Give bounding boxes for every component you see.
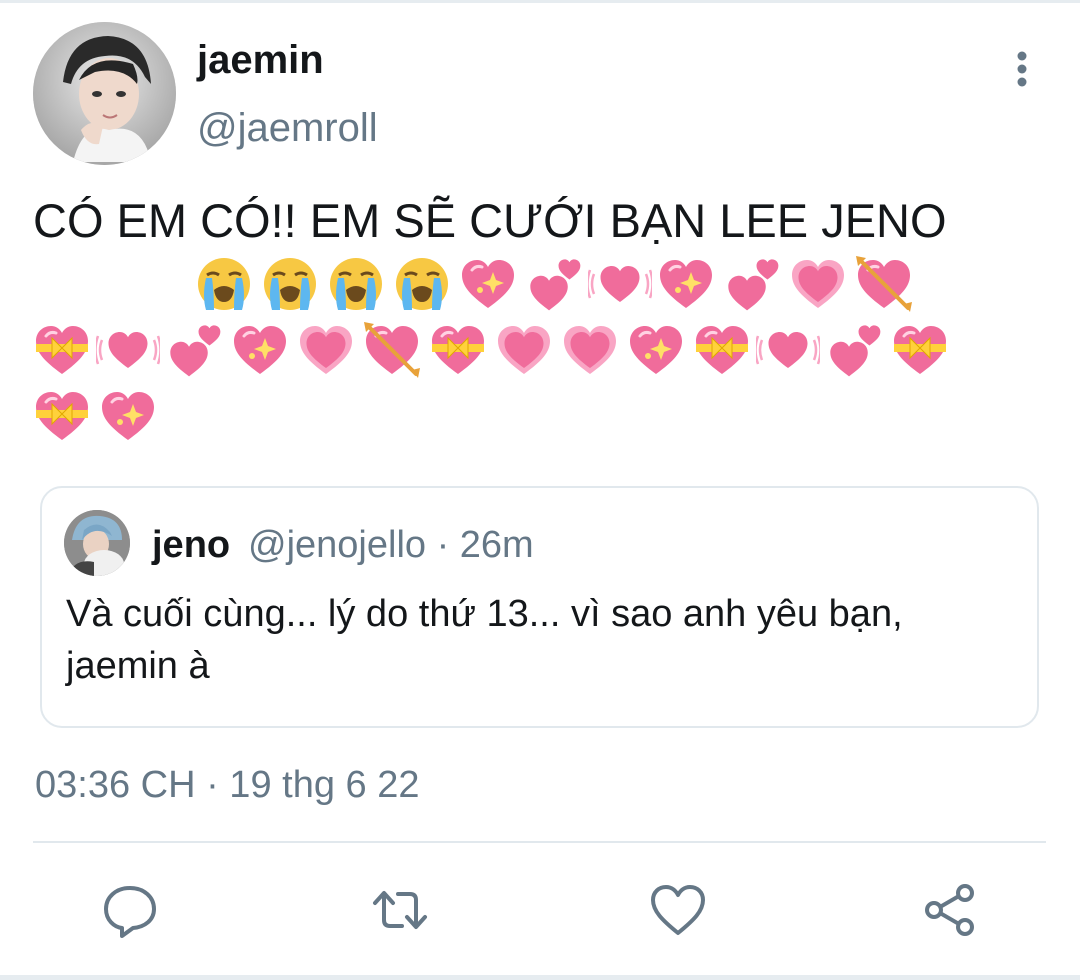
emoji-row (30, 318, 954, 382)
quoted-tweet-text: Và cuối cùng... lý do thứ 13... vì sao a… (66, 593, 903, 687)
bottom-divider (0, 975, 1080, 980)
quoted-tweet-card[interactable]: jeno @jenojello · 26m Và cuối cùng... lý… (40, 486, 1039, 728)
beating-heart-emoji (586, 252, 654, 316)
growing-heart-emoji (786, 252, 852, 316)
author-avatar[interactable] (33, 22, 176, 165)
share-icon[interactable] (920, 880, 980, 940)
loudly-crying-face-emoji (390, 252, 456, 316)
loudly-crying-face-emoji (258, 252, 324, 316)
more-options-icon[interactable] (1004, 50, 1040, 90)
heart-with-ribbon-emoji (30, 384, 96, 448)
two-hearts-emoji (822, 318, 888, 382)
sparkling-heart-emoji (624, 318, 690, 382)
tweet-timestamp[interactable]: 03:36 CH · 19 thg 6 22 (35, 762, 419, 808)
growing-heart-emoji (492, 318, 558, 382)
emoji-row (192, 252, 918, 316)
emoji-row (30, 384, 162, 448)
author-handle[interactable]: @jaemroll (197, 104, 378, 152)
author-name[interactable]: jaemin (197, 36, 324, 84)
sparkling-heart-emoji (228, 318, 294, 382)
retweet-icon[interactable] (370, 880, 430, 940)
reply-icon[interactable] (100, 880, 160, 940)
loudly-crying-face-emoji (324, 252, 390, 316)
two-hearts-emoji (162, 318, 228, 382)
heart-icon[interactable] (648, 880, 708, 940)
loudly-crying-face-emoji (192, 252, 258, 316)
heart-with-ribbon-emoji (30, 318, 96, 382)
quoted-author-avatar[interactable] (64, 510, 130, 576)
actions-divider (33, 841, 1046, 843)
sparkling-heart-emoji (96, 384, 162, 448)
two-hearts-emoji (720, 252, 786, 316)
quoted-author-meta: @jenojello · 26m (248, 524, 534, 566)
growing-heart-emoji (294, 318, 360, 382)
beating-heart-emoji (94, 318, 162, 382)
growing-heart-emoji (558, 318, 624, 382)
sparkling-heart-emoji (456, 252, 522, 316)
top-divider (0, 0, 1080, 3)
heart-with-arrow-emoji (852, 252, 918, 316)
beating-heart-emoji (754, 318, 822, 382)
heart-with-ribbon-emoji (888, 318, 954, 382)
heart-with-ribbon-emoji (690, 318, 756, 382)
tweet-text: CÓ EM CÓ!! EM SẼ CƯỚI BẠN LEE JENO (33, 194, 947, 247)
sparkling-heart-emoji (654, 252, 720, 316)
quoted-author-name[interactable]: jeno (152, 522, 230, 568)
heart-with-ribbon-emoji (426, 318, 492, 382)
two-hearts-emoji (522, 252, 588, 316)
heart-with-arrow-emoji (360, 318, 426, 382)
